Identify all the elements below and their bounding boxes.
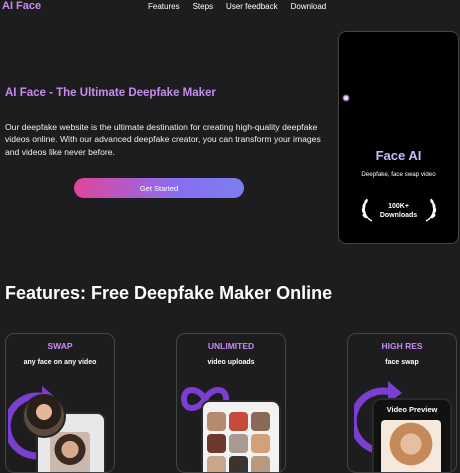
nav-link-user-feedback[interactable]: User feedback — [226, 2, 278, 11]
hero-title: AI Face - The Ultimate Deepfake Maker — [5, 87, 216, 99]
thumbnail — [251, 412, 270, 431]
thumbnail — [229, 456, 248, 472]
face-photo — [50, 432, 90, 472]
feature-card-title: HIGH RES — [381, 341, 423, 351]
get-started-button[interactable]: Get Started — [74, 178, 244, 198]
app-phone-mockup: Face AI Deepfake, face swap video 100K+ … — [338, 31, 459, 244]
nav-link-steps[interactable]: Steps — [193, 2, 213, 11]
feature-card-subtitle: any face on any video — [23, 359, 97, 366]
video-preview-label: Video Preview — [386, 405, 438, 414]
nav-links: Features Steps User feedback Download — [148, 2, 339, 11]
thumbnail — [229, 412, 248, 431]
top-nav: AI Face Features Steps User feedback Dow… — [0, 0, 460, 14]
app-brand-name: Face AI — [375, 148, 422, 163]
downloads-count: 100K+ — [388, 203, 409, 210]
thumbnail — [251, 456, 270, 472]
uploads-phone-preview — [201, 400, 281, 472]
downloads-label: Downloads — [379, 212, 418, 219]
thumbnail — [207, 434, 226, 453]
feature-card-high-res: HIGH RES face swap Video Preview — [347, 333, 457, 473]
thumbnail — [207, 412, 226, 431]
thumbnail — [229, 434, 248, 453]
thumbnail — [207, 456, 226, 472]
logo[interactable]: AI Face — [2, 0, 41, 12]
hero-description: Our deepfake website is the ultimate des… — [5, 122, 321, 157]
nav-link-download[interactable]: Download — [291, 2, 327, 11]
downloads-badge: 100K+ Downloads — [339, 202, 458, 220]
avatar-face — [22, 394, 66, 438]
feature-card-unlimited: UNLIMITED video uploads — [176, 333, 286, 473]
features-heading: Features: Free Deepfake Maker Online — [5, 283, 333, 303]
app-tagline: Deepfake, face swap video — [361, 171, 436, 178]
light-glow — [342, 94, 350, 102]
feature-card-subtitle: video uploads — [207, 359, 255, 366]
feature-card-subtitle: face swap — [385, 359, 419, 366]
feature-card-title: SWAP — [47, 341, 73, 351]
feature-card-swap: SWAP any face on any video — [5, 333, 115, 473]
feature-card-title: UNLIMITED — [207, 341, 255, 351]
video-preview-phone: Video Preview — [372, 398, 452, 472]
nav-link-features[interactable]: Features — [148, 2, 180, 11]
preview-photo — [381, 420, 441, 472]
thumbnail — [251, 434, 270, 453]
